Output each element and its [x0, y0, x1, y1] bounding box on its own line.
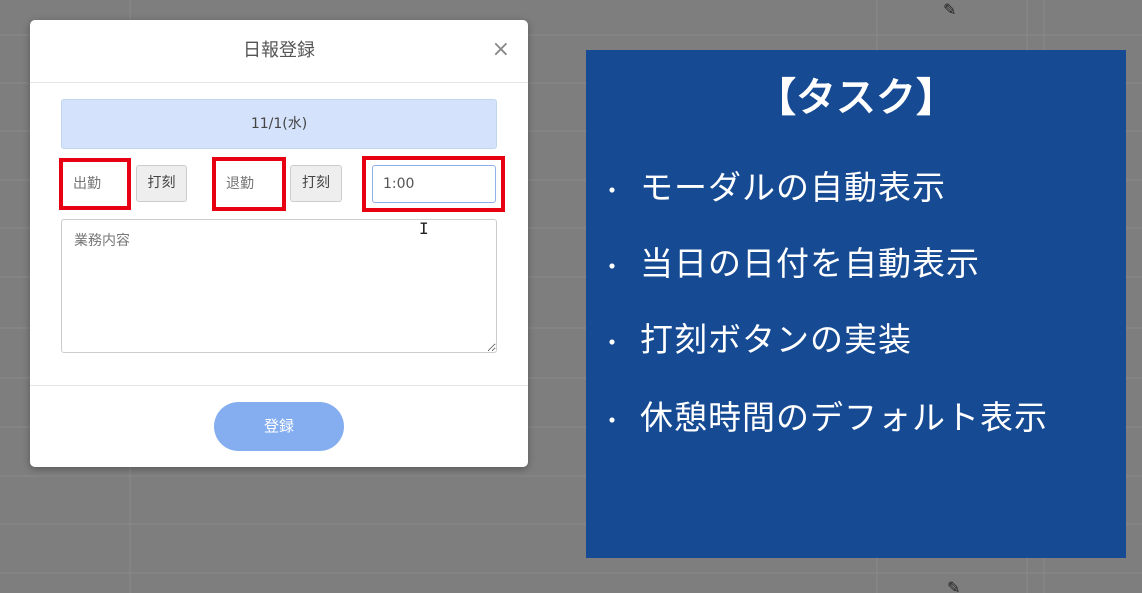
date-display: 11/1(水) — [61, 99, 497, 149]
task-bullet: ・ — [600, 407, 625, 435]
modal-title: 日報登録 — [243, 40, 315, 61]
work-content-textarea[interactable] — [61, 219, 497, 353]
task-item: ・当日の日付を自動表示 — [600, 242, 980, 289]
task-item-text: 打刻ボタンの実装 — [640, 320, 912, 359]
task-item-text: 当日の日付を自動表示 — [640, 244, 980, 283]
close-icon[interactable]: × — [492, 39, 510, 61]
i-beam-cursor-icon: I — [419, 219, 429, 238]
pencil-icon[interactable]: ✎ — [947, 578, 960, 593]
modal-header: 日報登録 × — [30, 20, 528, 83]
daily-report-modal: 日報登録 × 11/1(水) 打刻 打刻 登録 — [30, 20, 528, 467]
modal-footer-divider — [30, 385, 528, 386]
clock-out-stamp-button[interactable]: 打刻 — [290, 165, 342, 202]
task-item-text: 休憩時間のデフォルト表示 — [640, 398, 1048, 437]
task-panel: 【タスク】 ・モーダルの自動表示 ・当日の日付を自動表示 ・打刻ボタンの実装 ・… — [586, 50, 1126, 558]
task-item: ・モーダルの自動表示 — [600, 166, 946, 213]
task-item: ・打刻ボタンの実装 — [600, 318, 912, 365]
task-bullet: ・ — [600, 253, 625, 281]
register-button[interactable]: 登録 — [214, 402, 344, 451]
clock-out-input[interactable] — [216, 161, 282, 207]
task-item: ・休憩時間のデフォルト表示 — [600, 396, 1048, 443]
clock-in-stamp-button[interactable]: 打刻 — [136, 165, 187, 202]
task-bullet: ・ — [600, 177, 625, 205]
clock-in-input[interactable] — [63, 162, 127, 206]
break-time-input[interactable] — [372, 165, 496, 203]
task-panel-title: 【タスク】 — [756, 75, 956, 121]
task-item-text: モーダルの自動表示 — [640, 168, 946, 207]
pencil-icon[interactable]: ✎ — [943, 0, 956, 19]
task-bullet: ・ — [600, 329, 625, 357]
